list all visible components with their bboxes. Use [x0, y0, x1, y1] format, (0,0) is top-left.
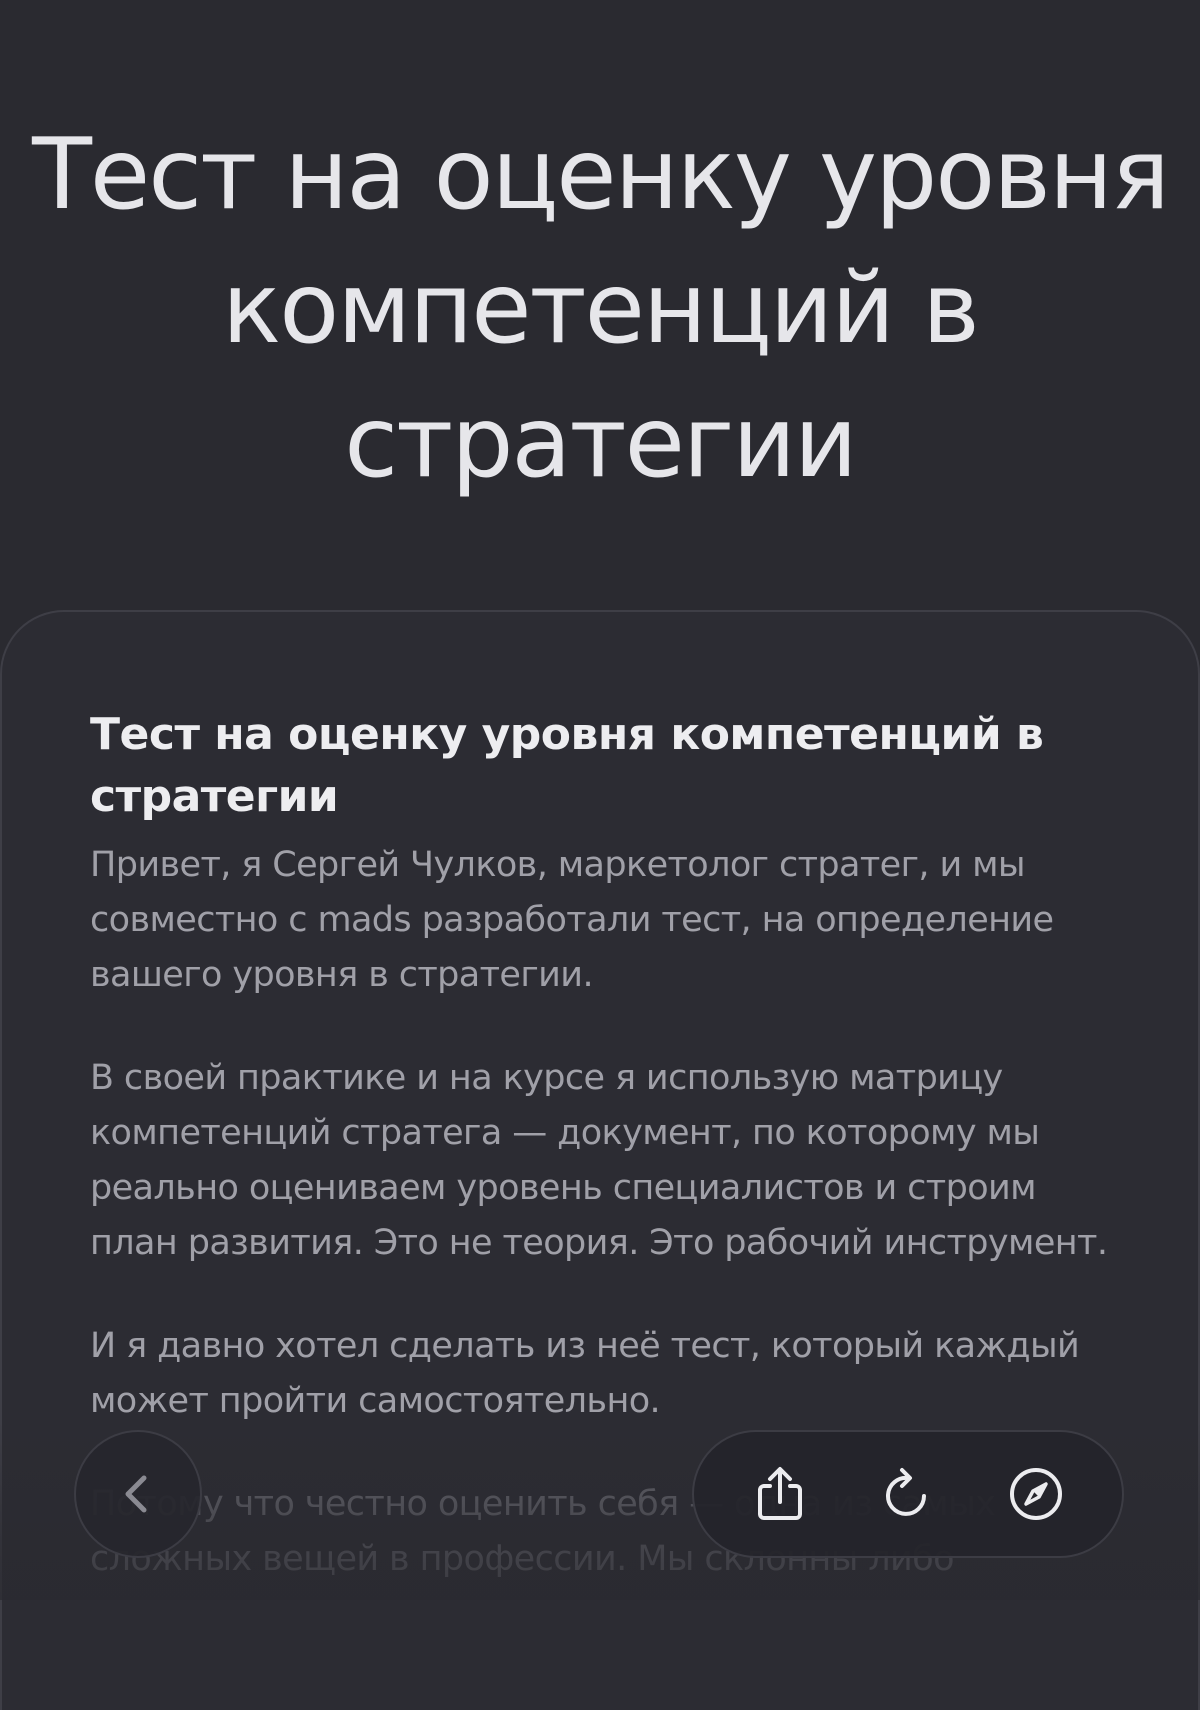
compass-button[interactable] — [988, 1446, 1084, 1542]
motivation-paragraph: И я давно хотел сделать из неё тест, кот… — [90, 1326, 1080, 1421]
browser-toolbar — [692, 1430, 1124, 1558]
back-button[interactable] — [74, 1430, 202, 1558]
hero: Тест на оценку уровня компетенций в стра… — [0, 108, 1200, 510]
page-title: Тест на оценку уровня компетенций в стра… — [32, 118, 1170, 500]
card-title: Тест на оценку уровня компетенций в стра… — [90, 709, 1044, 822]
compass-icon — [1006, 1464, 1066, 1524]
share-icon — [750, 1464, 810, 1524]
share-button[interactable] — [732, 1446, 828, 1542]
reload-button[interactable] — [860, 1446, 956, 1542]
practice-paragraph: В своей практике и на курсе я использую … — [90, 1058, 1108, 1263]
reload-icon — [878, 1464, 938, 1524]
intro-paragraph: Привет, я Сергей Чулков, маркетолог стра… — [90, 845, 1054, 995]
chevron-left-icon — [114, 1470, 162, 1518]
